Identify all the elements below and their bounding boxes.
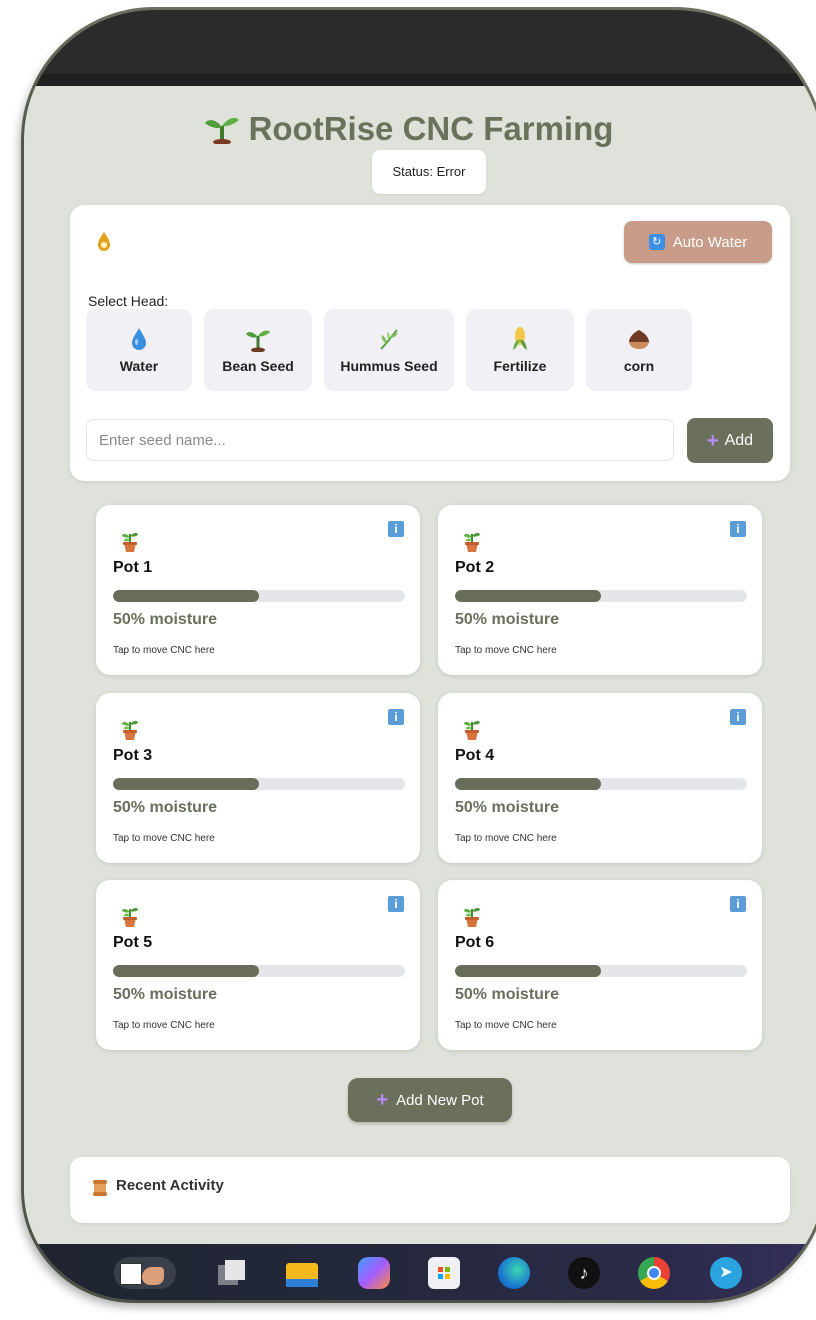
move-cnc-hint: Tap to move CNC here <box>113 833 215 844</box>
water-drop-icon <box>132 328 146 350</box>
potted-plant-icon <box>464 720 480 740</box>
window-top-bar <box>24 10 816 74</box>
add-new-pot-button[interactable]: + Add New Pot <box>348 1078 512 1122</box>
corn-icon <box>513 327 527 350</box>
add-new-pot-label: Add New Pot <box>396 1091 484 1109</box>
recent-activity-panel: Recent Activity <box>70 1157 790 1223</box>
head-bean-seed-label: Bean Seed <box>222 358 294 374</box>
info-icon[interactable]: i <box>388 896 404 912</box>
pot-card[interactable]: i Pot 2 50% moisture Tap to move CNC here <box>438 505 762 675</box>
moisture-fill <box>455 965 601 977</box>
moisture-text: 50% moisture <box>113 799 218 816</box>
moisture-fill <box>113 590 259 602</box>
head-fertilize-label: Fertilize <box>493 358 547 374</box>
head-fertilize-button[interactable]: Fertilize <box>466 309 574 391</box>
pot-card[interactable]: i Pot 5 50% moisture Tap to move CNC here <box>96 880 420 1050</box>
pot-name: Pot 6 <box>455 934 495 951</box>
move-cnc-hint: Tap to move CNC here <box>455 1020 557 1031</box>
head-hummus-seed-button[interactable]: Hummus Seed <box>324 309 454 391</box>
status-badge: Status: Error <box>372 150 486 194</box>
select-head-label: Select Head: <box>88 293 169 309</box>
recent-activity-title: Recent Activity <box>116 1177 224 1194</box>
head-bean-seed-button[interactable]: Bean Seed <box>204 309 312 391</box>
head-water-button[interactable]: Water <box>86 309 192 391</box>
moisture-text: 50% moisture <box>455 611 560 628</box>
info-icon[interactable]: i <box>388 521 404 537</box>
moisture-bar <box>113 590 405 602</box>
head-hummus-seed-label: Hummus Seed <box>340 358 438 374</box>
potted-plant-icon <box>122 907 138 927</box>
potted-plant-icon <box>122 720 138 740</box>
chrome-icon[interactable] <box>638 1257 670 1289</box>
info-icon[interactable]: i <box>730 709 746 725</box>
head-corn-label: corn <box>623 358 655 374</box>
app-title: RootRise CNC Farming <box>248 110 614 147</box>
auto-water-label: Auto Water <box>672 233 748 251</box>
herb-icon <box>380 329 398 350</box>
file-explorer-icon[interactable] <box>286 1257 318 1289</box>
info-icon[interactable]: i <box>730 896 746 912</box>
chestnut-icon <box>629 330 649 349</box>
pot-name: Pot 5 <box>113 934 153 951</box>
moisture-bar <box>455 965 747 977</box>
app-window: ↻ Auto Water Select Head: Water Bean See… <box>24 10 816 1300</box>
pot-name: Pot 3 <box>113 747 153 764</box>
moisture-text: 50% moisture <box>455 986 560 1003</box>
pot-card[interactable]: i Pot 6 50% moisture Tap to move CNC here <box>438 880 762 1050</box>
potted-plant-icon <box>122 532 138 552</box>
pot-name: Pot 1 <box>113 559 153 576</box>
refresh-icon: ↻ <box>648 234 665 250</box>
moisture-bar <box>455 590 747 602</box>
head-corn-button[interactable]: corn <box>586 309 692 391</box>
moisture-fill <box>113 965 259 977</box>
moisture-fill <box>455 778 601 790</box>
auto-water-button[interactable]: ↻ Auto Water <box>624 221 772 263</box>
edge-icon[interactable] <box>498 1257 530 1289</box>
sudoku-icon[interactable] <box>114 1257 176 1289</box>
app-header: RootRise CNC Farming <box>0 110 816 148</box>
moisture-bar <box>113 965 405 977</box>
pot-card[interactable]: i Pot 1 50% moisture Tap to move CNC here <box>96 505 420 675</box>
moisture-fill <box>113 778 259 790</box>
moisture-fill <box>455 590 601 602</box>
move-cnc-hint: Tap to move CNC here <box>455 645 557 656</box>
move-cnc-hint: Tap to move CNC here <box>113 1020 215 1031</box>
control-panel: ↻ Auto Water Select Head: Water Bean See… <box>70 205 790 481</box>
add-seed-button[interactable]: + Add <box>687 418 773 463</box>
moisture-bar <box>113 778 405 790</box>
plus-icon: + <box>376 1089 389 1111</box>
moisture-bar <box>455 778 747 790</box>
store-icon[interactable] <box>428 1257 460 1289</box>
watering-hand-icon <box>98 232 110 251</box>
pot-card[interactable]: i Pot 4 50% moisture Tap to move CNC here <box>438 693 762 863</box>
scroll-icon <box>93 1180 107 1196</box>
pot-card[interactable]: i Pot 3 50% moisture Tap to move CNC here <box>96 693 420 863</box>
potted-plant-icon <box>464 532 480 552</box>
seedling-icon <box>204 117 239 144</box>
potted-plant-icon <box>464 907 480 927</box>
moisture-text: 50% moisture <box>455 799 560 816</box>
window-top-bar-edge <box>24 74 816 86</box>
tiktok-icon[interactable]: ♪ <box>568 1257 600 1289</box>
head-water-label: Water <box>119 358 159 374</box>
info-icon[interactable]: i <box>388 709 404 725</box>
add-seed-label: Add <box>724 431 754 449</box>
info-icon[interactable]: i <box>730 521 746 537</box>
pot-name: Pot 4 <box>455 747 495 764</box>
pot-name: Pot 2 <box>455 559 495 576</box>
plus-icon: + <box>706 429 719 452</box>
task-view-icon[interactable] <box>216 1257 248 1289</box>
seedling-icon <box>246 330 270 352</box>
telegram-icon[interactable]: ➤ <box>710 1257 742 1289</box>
copilot-icon[interactable] <box>358 1257 390 1289</box>
move-cnc-hint: Tap to move CNC here <box>455 833 557 844</box>
moisture-text: 50% moisture <box>113 611 218 628</box>
moisture-text: 50% moisture <box>113 986 218 1003</box>
move-cnc-hint: Tap to move CNC here <box>113 645 215 656</box>
seed-name-input[interactable] <box>86 419 674 461</box>
